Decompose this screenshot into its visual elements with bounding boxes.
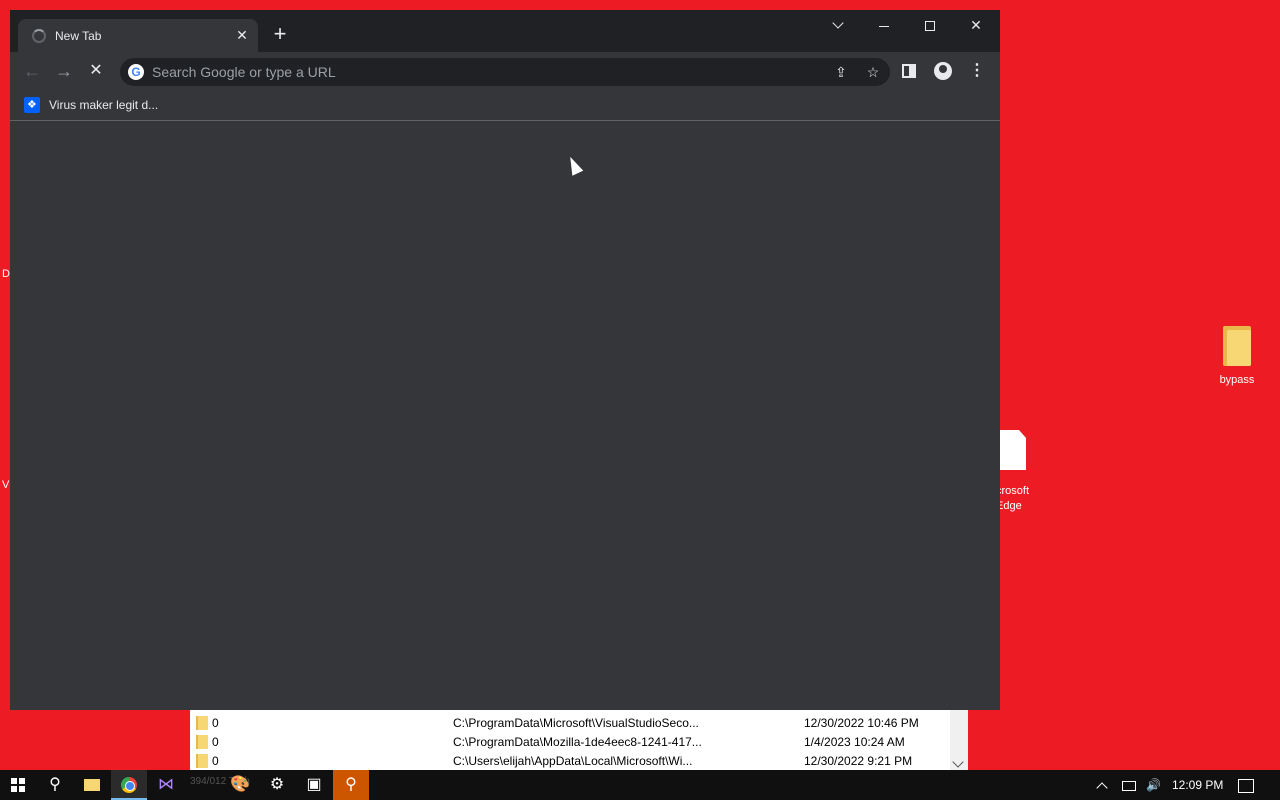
folder-icon [196,754,208,768]
maximize-icon [925,21,935,32]
list-item-path: C:\Users\elijah\AppData\Local\Microsoft\… [453,754,693,768]
title-bar: New Tab ✕ + ✕ [10,10,1000,52]
taskbar-chrome[interactable] [111,770,147,800]
scrollbar[interactable] [950,710,968,770]
list-item-date: 12/30/2022 10:46 PM [804,716,919,730]
background-file-list: 0 C:\ProgramData\Microsoft\VisualStudioS… [190,710,968,770]
list-item-path: C:\ProgramData\Microsoft\VisualStudioSec… [453,716,699,730]
bookmark-star-icon[interactable]: ☆ [862,62,884,82]
folder-icon [196,716,208,730]
loading-spinner-icon [32,29,46,43]
taskbar: ⚲ ⋈ 394/012 Tech 🎨 ⚙ ▣ ⚲ 🔊 12:09 PM [0,770,1280,800]
page-content[interactable] [10,122,1000,710]
network-button[interactable] [1122,770,1136,800]
tab-title: New Tab [55,29,102,43]
list-item[interactable]: 0 C:\Users\elijah\AppData\Local\Microsof… [190,751,950,770]
browser-window: New Tab ✕ + ✕ ← → ✕ G ⇪ ☆ ⋮ Virus maker … [10,10,1000,710]
minimize-icon [879,25,889,27]
forward-button[interactable]: → [50,58,78,86]
list-item-count: 0 [212,716,219,730]
start-button[interactable] [0,770,36,800]
desktop-icon-label-fragment: V [2,479,10,491]
taskbar-file-explorer[interactable] [74,770,110,800]
menu-kebab-icon[interactable]: ⋮ [968,62,986,82]
folder-icon [196,735,208,749]
list-item[interactable]: 0 C:\ProgramData\Mozilla-1de4eec8-1241-4… [190,732,950,751]
chevron-down-icon [832,17,844,29]
side-panel-icon[interactable] [902,64,916,78]
omnibox-input[interactable] [152,62,792,82]
notifications-button[interactable] [1238,770,1254,800]
tab-search-button[interactable] [815,10,861,40]
taskbar-settings[interactable]: ⚙ [259,770,295,800]
network-icon [1122,780,1136,791]
visual-studio-icon: ⋈ [158,776,174,793]
tab-close-button[interactable]: ✕ [234,27,250,43]
folder-icon [84,778,100,791]
clock[interactable]: 12:09 PM [1172,770,1223,800]
profile-icon[interactable] [934,62,952,80]
dropbox-icon [24,97,40,113]
show-hidden-icons-button[interactable] [1096,770,1108,800]
list-item-path: C:\ProgramData\Mozilla-1de4eec8-1241-417… [453,735,702,749]
taskbar-search-button[interactable]: ⚲ [37,770,73,800]
notification-icon [1238,778,1254,793]
folder-icon [1223,326,1251,366]
list-item[interactable]: 0 C:\ProgramData\Microsoft\VisualStudioS… [190,713,950,732]
list-item-date: 12/30/2022 9:21 PM [804,754,913,768]
tab-new-tab[interactable]: New Tab ✕ [18,19,258,52]
desktop-icon-label: bypass [1219,374,1255,386]
list-item-count: 0 [212,735,219,749]
desktop-icon-label: crosoft Edge [996,485,1030,512]
bookmarks-bar: Virus maker legit d... [10,90,1000,121]
chevron-up-icon [1096,782,1108,794]
taskbar-app[interactable]: ▣ [296,770,332,800]
taskbar-visual-studio[interactable]: ⋈ [148,770,184,800]
taskbar-paint[interactable]: 🎨 [222,770,258,800]
share-icon[interactable]: ⇪ [830,62,852,82]
taskbar-search-app[interactable]: ⚲ [333,770,369,800]
stop-loading-button[interactable]: ✕ [82,58,110,86]
chrome-icon [121,776,137,793]
new-tab-button[interactable]: + [268,23,292,47]
desktop-icon-bypass[interactable]: bypass [1212,326,1262,386]
browser-toolbar: ← → ✕ G ⇪ ☆ ⋮ [10,52,1000,90]
maximize-button[interactable] [907,10,953,40]
list-item-date: 1/4/2023 10:24 AM [804,735,905,749]
bookmark-label: Virus maker legit d... [49,98,159,112]
desktop-icon-label-fragment: D [2,268,10,280]
address-bar[interactable]: G ⇪ ☆ [120,58,890,86]
file-icon [998,430,1026,470]
volume-button[interactable]: 🔊 [1146,770,1161,800]
windows-logo-icon [11,777,25,792]
back-button[interactable]: ← [18,58,46,86]
mouse-cursor-icon [564,154,584,176]
window-close-button[interactable]: ✕ [953,10,999,40]
list-item-count: 0 [212,754,219,768]
minimize-button[interactable] [861,10,907,40]
scroll-down-icon[interactable] [952,756,964,768]
google-icon: G [128,64,144,80]
desktop-icon-microsoft-edge[interactable]: crosoft Edge [996,430,1046,514]
